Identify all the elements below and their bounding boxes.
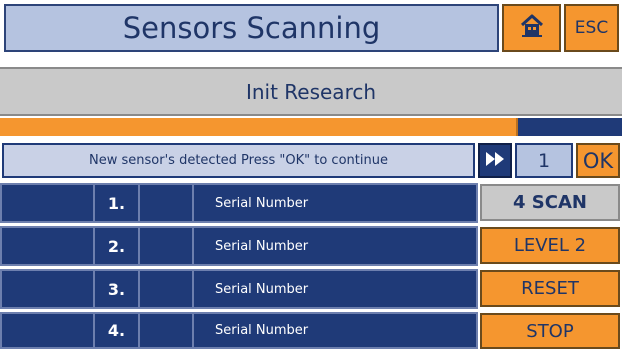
table-row[interactable]: 4. Serial Number bbox=[0, 312, 478, 349]
row-icon-cell bbox=[138, 312, 192, 349]
stop-button-label: STOP bbox=[526, 320, 574, 342]
row-number: 4. bbox=[93, 312, 138, 349]
home-button[interactable] bbox=[502, 4, 561, 52]
row-blank-cell bbox=[0, 312, 93, 349]
ok-label: OK bbox=[582, 148, 614, 173]
fast-forward-button[interactable] bbox=[478, 143, 512, 178]
scan-button-label: 4 SCAN bbox=[513, 192, 587, 213]
table-row[interactable]: 2. Serial Number bbox=[0, 226, 478, 266]
row-serial: Serial Number bbox=[192, 269, 478, 309]
row-icon-cell bbox=[138, 269, 192, 309]
row-serial: Serial Number bbox=[192, 226, 478, 266]
progress-bar bbox=[0, 118, 622, 136]
row-blank-cell bbox=[0, 226, 93, 266]
status-message: New sensor's detected Press "OK" to cont… bbox=[2, 143, 475, 178]
row-number: 1. bbox=[93, 183, 138, 223]
reset-button-label: RESET bbox=[521, 278, 579, 299]
row-icon-cell bbox=[138, 226, 192, 266]
home-icon bbox=[519, 13, 545, 43]
progress-fill bbox=[0, 118, 519, 136]
table-row[interactable]: 3. Serial Number bbox=[0, 269, 478, 309]
row-icon-cell bbox=[138, 183, 192, 223]
row-number: 2. bbox=[93, 226, 138, 266]
sensor-count-value: 1 bbox=[537, 149, 551, 172]
page-title-text: Sensors Scanning bbox=[122, 11, 381, 45]
row-number: 3. bbox=[93, 269, 138, 309]
subtitle-bar: Init Research bbox=[0, 67, 622, 116]
ok-button[interactable]: OK bbox=[576, 143, 620, 178]
page-title: Sensors Scanning bbox=[4, 4, 499, 52]
row-serial: Serial Number bbox=[192, 183, 478, 223]
level-button-label: LEVEL 2 bbox=[513, 235, 587, 256]
status-message-text: New sensor's detected Press "OK" to cont… bbox=[89, 153, 388, 168]
esc-button[interactable]: ESC bbox=[564, 4, 619, 52]
fast-forward-icon bbox=[485, 151, 505, 171]
subtitle-text: Init Research bbox=[245, 79, 377, 104]
row-blank-cell bbox=[0, 183, 93, 223]
reset-button[interactable]: RESET bbox=[480, 270, 620, 307]
sensor-count: 1 bbox=[515, 143, 573, 178]
scan-button[interactable]: 4 SCAN bbox=[480, 184, 620, 221]
row-serial: Serial Number bbox=[192, 312, 478, 349]
level-button[interactable]: LEVEL 2 bbox=[480, 227, 620, 264]
stop-button[interactable]: STOP bbox=[480, 313, 620, 349]
esc-label: ESC bbox=[574, 18, 609, 38]
row-blank-cell bbox=[0, 269, 93, 309]
table-row[interactable]: 1. Serial Number bbox=[0, 183, 478, 223]
